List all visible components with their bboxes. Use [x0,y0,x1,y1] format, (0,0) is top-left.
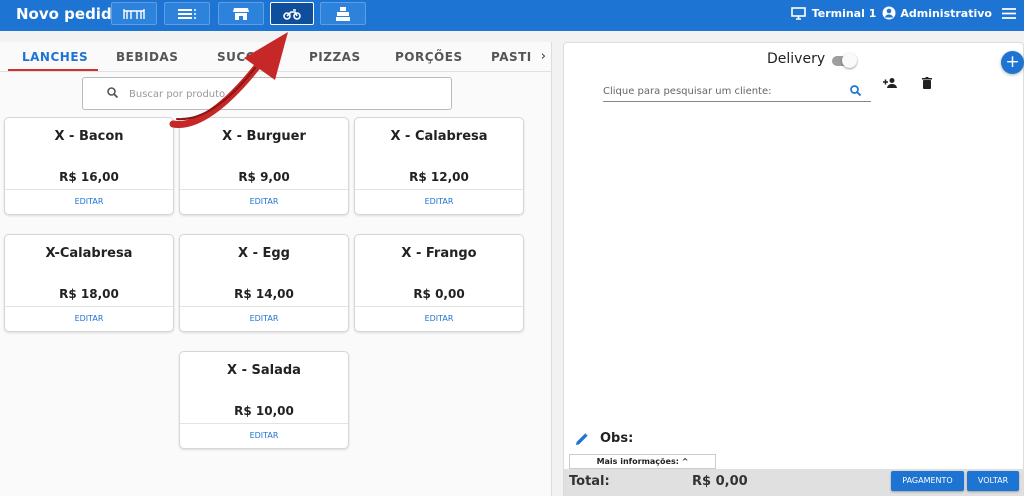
product-card[interactable]: X - Salada R$ 10,00 EDITAR [179,351,349,449]
order-footer: Total: R$ 0,00 PAGAMENTO VOLTAR [564,469,1023,496]
product-name: X - Calabresa [390,129,488,144]
card-divider [355,189,523,190]
order-panel: Delivery + Obs: Mais informações: ^ Tota… [563,42,1024,496]
product-price: R$ 9,00 [238,170,290,184]
more-info-toggle[interactable]: Mais informações: ^ [569,454,716,469]
product-price: R$ 14,00 [234,287,294,301]
product-price: R$ 18,00 [59,287,119,301]
tab-sucos[interactable]: SUCOS [217,50,266,64]
card-divider [180,189,348,190]
add-button[interactable]: + [1001,51,1024,74]
monitor-icon [790,6,806,20]
client-search-input[interactable] [603,83,843,99]
total-label: Total: [569,474,610,489]
product-card[interactable]: X - Calabresa R$ 12,00 EDITAR [354,117,524,215]
page-title: Novo pedido [16,5,122,23]
product-price: R$ 16,00 [59,170,119,184]
chevron-up-icon: ^ [681,457,689,466]
user-name[interactable]: Administrativo [900,7,992,20]
store-button[interactable] [218,2,264,25]
cash-register-icon [336,6,350,21]
card-divider [5,306,173,307]
product-price: R$ 10,00 [234,404,294,418]
list-icon [178,8,196,19]
obs-label: Obs: [600,431,634,446]
tab-bebidas[interactable]: BEBIDAS [116,50,178,64]
user-area: Terminal 1 Administrativo [790,6,1016,20]
card-divider [180,306,348,307]
total-value: R$ 0,00 [692,474,748,489]
category-tabs: LANCHES BEBIDAS SUCOS PIZZAS PORÇÕES PAS… [0,42,552,72]
edit-button[interactable]: EDITAR [355,314,523,323]
product-name: X - Bacon [54,129,124,144]
product-card[interactable]: X - Egg R$ 14,00 EDITAR [179,234,349,332]
edit-button[interactable]: EDITAR [355,197,523,206]
menu-icon[interactable] [1002,7,1016,19]
product-name: X - Salada [227,363,301,378]
top-bar: Novo pedido Terminal 1 Administrativo [0,0,1024,31]
product-name: X - Egg [238,246,290,261]
edit-button[interactable]: EDITAR [5,197,173,206]
plus-icon: + [1005,52,1020,72]
store-icon [233,7,249,20]
product-card[interactable]: X - Burguer R$ 9,00 EDITAR [179,117,349,215]
search-icon [107,87,118,98]
card-divider [180,423,348,424]
product-price: R$ 12,00 [409,170,469,184]
product-price: R$ 0,00 [413,287,465,301]
toggle-knob [842,53,857,68]
terminal-label: Terminal 1 [811,6,877,20]
product-name: X - Burguer [222,129,306,144]
product-panel: LANCHES BEBIDAS SUCOS PIZZAS PORÇÕES PAS… [0,42,552,496]
search-icon[interactable] [850,85,861,96]
edit-button[interactable]: EDITAR [180,197,348,206]
product-card[interactable]: X-Calabresa R$ 18,00 EDITAR [4,234,174,332]
delivery-label: Delivery [767,51,826,67]
tab-pasti[interactable]: PASTI [491,50,532,64]
back-button[interactable]: VOLTAR [967,471,1019,491]
tab-pizzas[interactable]: PIZZAS [309,50,361,64]
search-input[interactable] [129,84,429,104]
card-divider [5,189,173,190]
product-name: X - Frango [401,246,477,261]
product-card[interactable]: X - Bacon R$ 16,00 EDITAR [4,117,174,215]
edit-button[interactable]: EDITAR [5,314,173,323]
active-tab-indicator [8,69,98,71]
product-card[interactable]: X - Frango R$ 0,00 EDITAR [354,234,524,332]
order-items-area [564,107,1023,429]
list-button[interactable] [164,2,210,25]
trash-icon[interactable] [922,77,932,89]
pencil-icon[interactable] [576,432,588,445]
tables-icon [123,8,145,19]
tables-button[interactable] [111,2,157,25]
account-icon[interactable] [882,6,896,20]
edit-button[interactable]: EDITAR [180,431,348,440]
tab-porcoes[interactable]: PORÇÕES [395,50,463,64]
delivery-toggle[interactable] [832,53,857,68]
motorcycle-icon [283,8,301,20]
client-search-field[interactable] [603,81,871,102]
tab-lanches[interactable]: LANCHES [22,50,88,64]
payment-button[interactable]: PAGAMENTO [891,471,964,491]
product-search[interactable] [82,77,452,110]
delivery-button[interactable] [270,2,314,25]
product-name: X-Calabresa [45,246,133,261]
obs-row[interactable]: Obs: [576,431,633,446]
more-info-label: Mais informações: [596,457,679,466]
cashier-button[interactable] [320,2,366,25]
chevron-right-icon[interactable]: › [541,49,546,64]
add-person-icon[interactable] [883,77,898,89]
card-divider [355,306,523,307]
edit-button[interactable]: EDITAR [180,314,348,323]
